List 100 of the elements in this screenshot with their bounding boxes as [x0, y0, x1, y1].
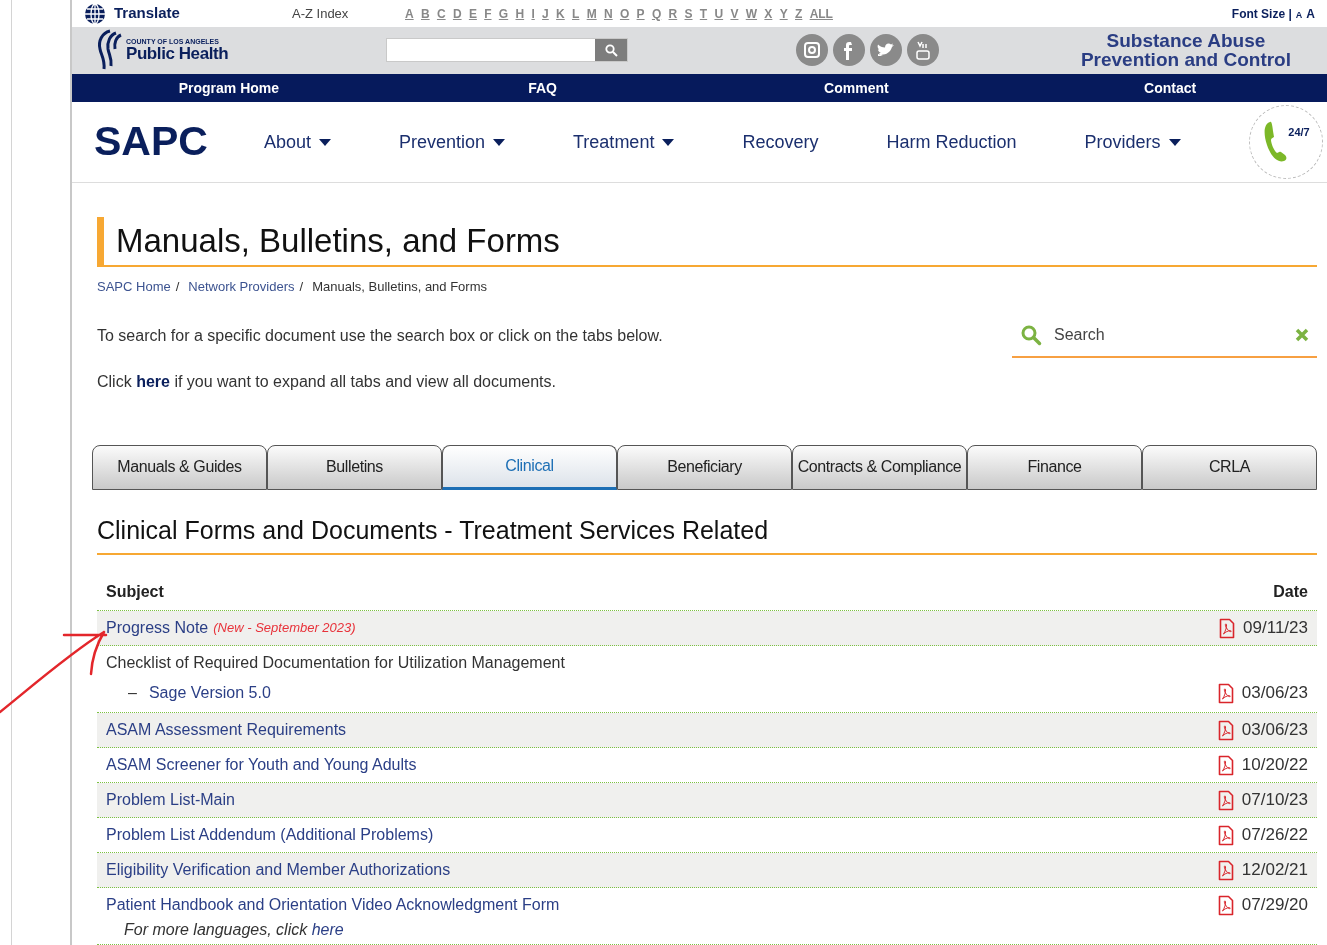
az-index-link[interactable]: F	[484, 4, 492, 23]
az-index-link[interactable]: N	[603, 4, 613, 23]
category-tab[interactable]: Finance	[967, 444, 1142, 490]
globe-icon[interactable]	[84, 2, 106, 25]
caret-icon	[493, 138, 506, 146]
az-index-link[interactable]: Z	[795, 4, 803, 23]
main-nav-link[interactable]: Treatment	[573, 128, 675, 156]
breadcrumb-separator: /	[299, 278, 304, 296]
document-date: 09/11/23	[1243, 617, 1308, 640]
translate-link[interactable]: Translate	[114, 2, 292, 25]
pdf-file-icon	[1217, 859, 1234, 881]
document-link[interactable]: ASAM Assessment Requirements	[106, 718, 347, 742]
category-tab[interactable]: Beneficiary	[617, 444, 792, 490]
az-index-link[interactable]: A	[405, 4, 414, 23]
main-nav-link[interactable]: Providers	[1084, 128, 1181, 156]
document-date: 07/10/23	[1241, 789, 1308, 812]
youtube-icon[interactable]	[907, 34, 939, 67]
document-date: 03/06/23	[1241, 719, 1308, 742]
document-link[interactable]: Patient Handbook and Orientation Video Acknowledgment Form	[106, 893, 560, 917]
font-size-label: Font Size |	[1231, 5, 1292, 23]
az-index-link[interactable]: J	[542, 4, 549, 23]
twitter-icon[interactable]	[870, 34, 902, 67]
intro-text: To search for a specific document use the search box or click on the tabs below.	[97, 325, 663, 346]
document-link[interactable]: Problem List-Main	[106, 788, 235, 812]
category-tab[interactable]: CRLA	[1142, 444, 1317, 490]
document-search-field[interactable]: Search	[1012, 313, 1317, 358]
az-index-link[interactable]: I	[531, 4, 535, 23]
caret-icon	[318, 138, 331, 146]
pdf-file-icon	[1217, 754, 1234, 776]
az-index-link[interactable]: G	[498, 4, 509, 23]
az-index-link[interactable]: D	[452, 4, 462, 23]
az-index-link[interactable]: Q	[651, 4, 662, 23]
breadcrumb-link[interactable]: SAPC Home	[97, 277, 171, 297]
search-icon	[1020, 323, 1042, 346]
hotline-badge-text: 24/7	[1288, 124, 1310, 140]
document-date: 03/06/23	[1241, 682, 1308, 705]
az-index-link[interactable]: L	[572, 4, 580, 23]
az-index-link[interactable]: T	[699, 4, 708, 23]
document-date: 07/29/20	[1241, 894, 1308, 917]
az-index-link[interactable]: C	[436, 4, 446, 23]
az-index-link[interactable]: Y	[779, 4, 788, 23]
document-date: 12/02/21	[1241, 859, 1308, 882]
az-index-link[interactable]: K	[556, 4, 565, 23]
sapc-brand[interactable]: SAPC	[94, 111, 208, 173]
column-header: Date	[1273, 582, 1308, 602]
category-tab[interactable]: Manuals & Guides	[92, 444, 267, 490]
expand-all-text: Click here if you want to expand all tabs and view all documents.	[97, 371, 557, 392]
main-nav-link[interactable]: About	[263, 128, 331, 156]
new-document-note: (New - September 2023)	[213, 619, 356, 638]
pdf-file-icon	[1217, 789, 1234, 811]
document-date: 07/26/22	[1241, 824, 1308, 847]
document-link[interactable]: Problem List Addendum (Additional Problems)	[106, 823, 434, 847]
az-index-link[interactable]: X	[764, 4, 773, 23]
az-index-link[interactable]: H	[515, 4, 525, 23]
site-search-field[interactable]	[386, 38, 628, 63]
az-index-link[interactable]: P	[636, 4, 645, 23]
close-icon[interactable]	[1295, 327, 1309, 342]
document-link[interactable]: Progress Note	[106, 616, 209, 640]
program-nav-link[interactable]: Contact	[1144, 77, 1197, 99]
category-tab[interactable]: Bulletins	[267, 444, 442, 490]
more-languages-link[interactable]: here	[311, 921, 344, 938]
document-link[interactable]: Sage Version 5.0	[148, 681, 271, 705]
az-index-link[interactable]: ALL	[809, 4, 833, 23]
az-index-link[interactable]: B	[420, 4, 430, 23]
az-index-link[interactable]: S	[684, 4, 693, 23]
document-date: 10/20/22	[1241, 754, 1308, 777]
font-size-small-link[interactable]: A	[1295, 8, 1303, 23]
instagram-icon[interactable]	[796, 34, 828, 67]
program-nav-link[interactable]: FAQ	[528, 77, 557, 99]
caret-icon	[662, 138, 675, 146]
main-nav-link[interactable]: Prevention	[398, 128, 506, 156]
section-title: Clinical Forms and Documents - Treatment Services Related	[97, 511, 1317, 555]
az-index-link[interactable]: U	[714, 4, 724, 23]
font-size-large-link[interactable]: A	[1306, 4, 1315, 23]
az-index-link[interactable]: O	[619, 4, 630, 23]
category-tab[interactable]: Clinical	[442, 444, 617, 490]
document-link[interactable]: ASAM Screener for Youth and Young Adults	[106, 753, 417, 777]
logo-text: Public Health	[126, 45, 229, 63]
document-link[interactable]: Eligibility Verification and Member Authorizations	[106, 858, 451, 882]
az-index-link[interactable]: R	[668, 4, 678, 23]
column-header: Subject	[106, 582, 164, 602]
program-nav-link[interactable]: Program Home	[178, 77, 280, 99]
breadcrumb-current: Manuals, Bulletins, and Forms	[312, 278, 487, 296]
pdf-file-icon	[1219, 617, 1236, 639]
az-index-label: A-Z Index	[292, 4, 350, 23]
breadcrumb-link[interactable]: Network Providers	[188, 277, 295, 297]
pdf-file-icon	[1217, 894, 1234, 916]
pdf-file-icon	[1217, 682, 1234, 704]
main-nav-link[interactable]: Recovery	[742, 128, 819, 156]
az-index-link[interactable]: M	[586, 4, 597, 23]
search-icon[interactable]	[604, 43, 618, 57]
az-index-link[interactable]: E	[468, 4, 477, 23]
az-index-link[interactable]: W	[745, 4, 758, 23]
category-tab[interactable]: Contracts & Compliance	[792, 444, 967, 490]
program-nav-link[interactable]: Comment	[824, 77, 889, 99]
main-nav-link[interactable]: Harm Reduction	[886, 128, 1017, 156]
expand-all-link[interactable]: here	[136, 372, 170, 390]
az-index-link[interactable]: V	[730, 4, 739, 23]
facebook-icon[interactable]	[833, 34, 865, 67]
search-input[interactable]: Search	[1054, 322, 1295, 347]
